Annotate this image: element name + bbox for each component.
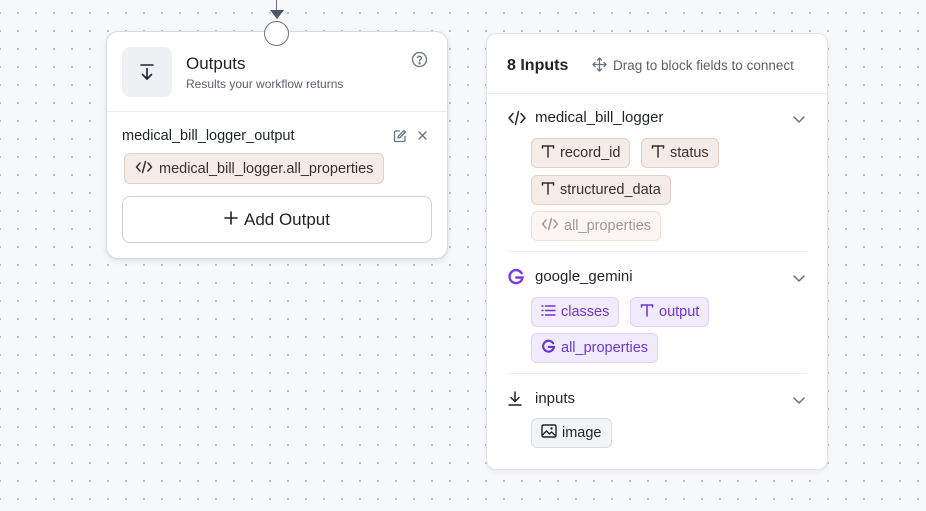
- input-field-chip[interactable]: all_properties: [531, 211, 662, 241]
- inputs-count-title: 8 Inputs: [507, 57, 569, 74]
- outputs-block[interactable]: Outputs Results your workflow returns me…: [106, 31, 448, 259]
- code-icon: [541, 217, 559, 235]
- input-field-label: structured_data: [560, 182, 661, 198]
- input-field-label: image: [562, 425, 602, 441]
- drag-hint-text: Drag to block fields to connect: [613, 58, 794, 73]
- arrow-down-icon: [122, 47, 172, 97]
- input-field-chip[interactable]: status: [641, 138, 719, 168]
- code-icon: [135, 160, 153, 178]
- input-group-title: google_gemini: [535, 268, 633, 285]
- input-port-handle[interactable]: [264, 21, 289, 46]
- input-field-label: all_properties: [561, 340, 649, 356]
- chevron-down-icon[interactable]: [791, 392, 807, 408]
- inputs-panel-header: 8 Inputs Drag to block fields to connect: [487, 34, 827, 94]
- input-group-header[interactable]: medical_bill_logger: [487, 105, 827, 131]
- chevron-down-icon[interactable]: [791, 270, 807, 286]
- plus-icon: [224, 210, 238, 230]
- input-field-chip[interactable]: all_properties: [531, 333, 659, 363]
- code-icon: [507, 109, 526, 127]
- outputs-subtitle: Results your workflow returns: [186, 77, 344, 91]
- connector-arrow-icon: [270, 10, 284, 19]
- google-icon: [541, 339, 556, 358]
- input-group-header[interactable]: google_gemini: [487, 264, 827, 290]
- input-group-medical-bill-logger: medical_bill_logger record_id status str…: [487, 105, 827, 241]
- output-value-chip[interactable]: medical_bill_logger.all_properties: [124, 153, 385, 184]
- input-field-label: output: [659, 304, 700, 320]
- input-field-label: status: [670, 145, 709, 161]
- input-group-title: inputs: [535, 390, 576, 407]
- text-type-icon: [640, 303, 654, 321]
- edit-icon[interactable]: [393, 129, 407, 143]
- input-group-title: medical_bill_logger: [535, 109, 664, 126]
- text-type-icon: [541, 181, 555, 199]
- input-field-chip[interactable]: record_id: [531, 138, 631, 168]
- group-divider: [507, 373, 807, 374]
- input-field-label: classes: [561, 304, 610, 320]
- close-icon[interactable]: [416, 129, 429, 142]
- move-icon: [592, 57, 607, 72]
- input-field-label: all_properties: [564, 218, 652, 234]
- output-field-label: medical_bill_logger_output: [122, 128, 295, 144]
- chevron-down-icon[interactable]: [791, 111, 807, 127]
- input-group-google-gemini: google_gemini classes output all_propert…: [487, 264, 827, 363]
- download-icon: [507, 390, 525, 408]
- text-type-icon: [541, 144, 555, 162]
- image-icon: [541, 424, 557, 442]
- inputs-panel: 8 Inputs Drag to block fields to connect…: [486, 33, 828, 470]
- list-icon: [541, 304, 556, 321]
- add-output-button[interactable]: Add Output: [122, 196, 432, 243]
- input-field-chip[interactable]: image: [531, 418, 612, 448]
- text-type-icon: [651, 144, 665, 162]
- input-group-header[interactable]: inputs: [487, 386, 827, 412]
- input-group-inputs: inputs image: [487, 386, 827, 448]
- input-field-chip[interactable]: output: [630, 297, 710, 327]
- input-field-chip[interactable]: classes: [531, 297, 620, 327]
- help-icon[interactable]: [411, 51, 428, 68]
- google-icon: [507, 268, 525, 286]
- group-divider: [507, 251, 807, 252]
- input-field-chip[interactable]: structured_data: [531, 175, 671, 205]
- outputs-title: Outputs: [186, 54, 246, 73]
- output-value-text: medical_bill_logger.all_properties: [159, 160, 374, 177]
- input-field-label: record_id: [560, 145, 621, 161]
- add-output-label: Add Output: [243, 209, 330, 229]
